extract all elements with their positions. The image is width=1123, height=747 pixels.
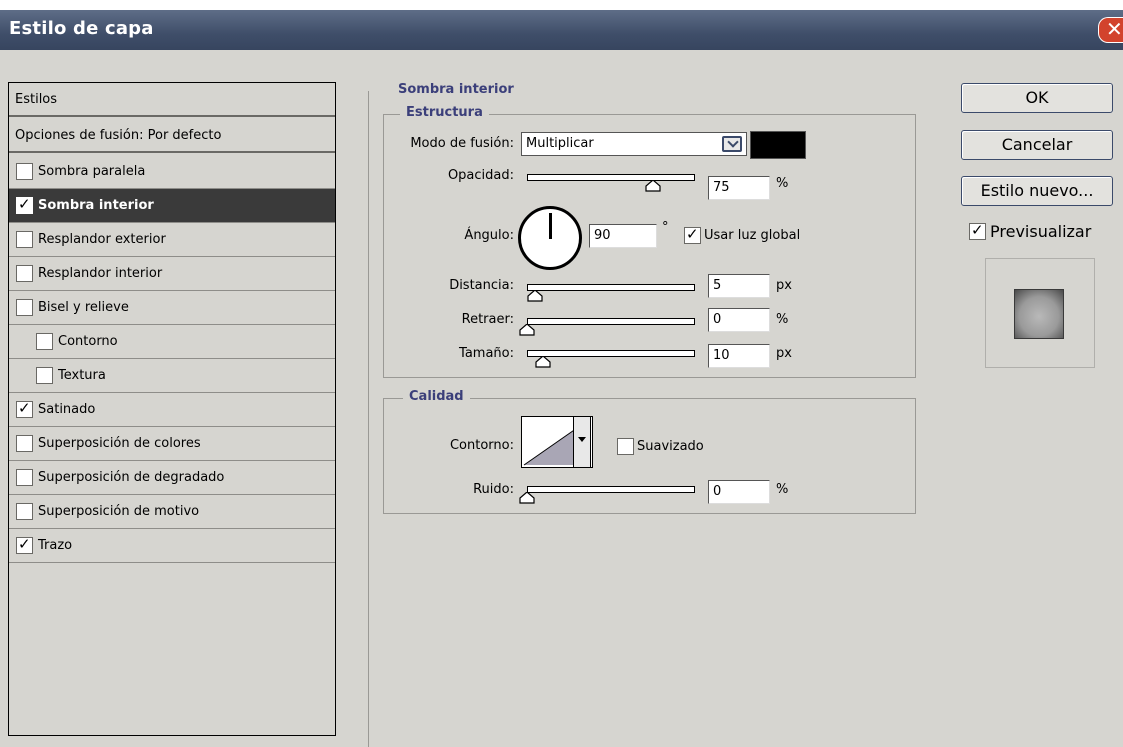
choke-slider[interactable] (527, 318, 695, 325)
style-item-label: Sombra paralela (38, 164, 146, 179)
preview-checkbox[interactable]: Previsualizar (969, 221, 1092, 241)
blending-options-label: Opciones de fusión: Por defecto (15, 127, 222, 143)
distance-label: Distancia: (449, 278, 514, 293)
styles-header[interactable]: Estilos (9, 83, 335, 117)
cancel-button[interactable]: Cancelar (961, 130, 1113, 160)
antialiased-check-icon[interactable] (617, 438, 634, 455)
angle-dial[interactable] (518, 206, 582, 270)
layer-style-dialog: Estilo de capa ✕ Estilos Opciones de fus… (0, 10, 1123, 747)
size-field[interactable]: 10 (708, 344, 770, 368)
style-item-label: Superposición de degradado (38, 470, 225, 485)
style-item-checkbox[interactable] (36, 367, 53, 384)
style-item-label: Superposición de motivo (38, 504, 200, 519)
new-style-button[interactable]: Estilo nuevo... (961, 176, 1113, 206)
global-light-checkbox[interactable]: Usar luz global (684, 225, 801, 244)
style-item-1[interactable]: Sombra interior (9, 189, 335, 223)
choke-field[interactable]: 0 (708, 308, 770, 332)
angle-unit: ° (662, 220, 669, 235)
section-title: Sombra interior (392, 82, 520, 97)
style-item-label: Sombra interior (38, 198, 154, 213)
style-item-label: Trazo (38, 538, 73, 553)
style-item-label: Resplandor exterior (38, 232, 166, 247)
style-item-label: Superposición de colores (38, 436, 201, 451)
blend-mode-select[interactable]: Multiplicar (521, 132, 747, 156)
style-item-label: Resplandor interior (38, 266, 163, 281)
quality-title: Calidad (403, 389, 470, 404)
dialog-title: Estilo de capa (9, 18, 154, 39)
global-light-label: Usar luz global (704, 228, 801, 243)
choke-label: Retraer: (461, 312, 514, 327)
ok-button[interactable]: OK (961, 83, 1113, 113)
chevron-down-icon[interactable] (722, 136, 742, 152)
style-item-checkbox[interactable] (16, 195, 33, 214)
style-preview (985, 258, 1095, 368)
styles-header-label: Estilos (15, 91, 58, 107)
style-item-checkbox[interactable] (16, 299, 33, 316)
style-item-label: Bisel y relieve (38, 300, 129, 315)
blend-mode-value: Multiplicar (526, 136, 594, 151)
style-item-10[interactable]: Superposición de motivo (9, 495, 335, 529)
blend-mode-label: Modo de fusión: (410, 136, 514, 151)
noise-field[interactable]: 0 (708, 480, 770, 504)
style-item-2[interactable]: Resplandor exterior (9, 223, 335, 257)
style-item-0[interactable]: Sombra paralela (9, 155, 335, 189)
size-label: Tamaño: (459, 346, 514, 361)
style-item-checkbox[interactable] (16, 435, 33, 452)
style-item-checkbox[interactable] (36, 333, 53, 350)
style-item-5[interactable]: Contorno (9, 325, 335, 359)
style-item-checkbox[interactable] (16, 469, 33, 486)
style-item-11[interactable]: Trazo (9, 529, 335, 563)
structure-title: Estructura (400, 105, 489, 120)
antialiased-checkbox[interactable]: Suavizado (617, 438, 704, 455)
style-item-checkbox[interactable] (16, 163, 33, 180)
style-item-8[interactable]: Superposición de colores (9, 427, 335, 461)
title-bar[interactable]: Estilo de capa ✕ (0, 10, 1123, 50)
size-slider[interactable] (527, 350, 695, 357)
opacity-label: Opacidad: (447, 168, 514, 183)
style-item-label: Satinado (38, 402, 96, 417)
antialiased-label: Suavizado (637, 439, 704, 454)
style-item-checkbox[interactable] (16, 503, 33, 520)
preview-thumbnail (1014, 289, 1064, 339)
distance-field[interactable]: 5 (708, 274, 770, 298)
angle-field[interactable]: 90 (589, 224, 657, 248)
contour-dropdown-icon[interactable] (573, 416, 591, 468)
noise-unit: % (776, 482, 789, 497)
preview-check-icon[interactable] (969, 221, 986, 240)
opacity-field[interactable]: 75 (708, 176, 770, 200)
style-item-7[interactable]: Satinado (9, 393, 335, 427)
style-item-9[interactable]: Superposición de degradado (9, 461, 335, 495)
blending-options-item[interactable]: Opciones de fusión: Por defecto (9, 119, 335, 153)
choke-unit: % (776, 312, 789, 327)
style-item-label: Textura (58, 368, 106, 383)
style-item-checkbox[interactable] (16, 535, 33, 554)
angle-needle (549, 213, 552, 239)
angle-label: Ángulo: (464, 228, 514, 243)
distance-slider[interactable] (527, 284, 695, 291)
opacity-slider[interactable] (527, 174, 695, 181)
style-item-4[interactable]: Bisel y relieve (9, 291, 335, 325)
style-item-checkbox[interactable] (16, 231, 33, 248)
styles-list: Estilos Opciones de fusión: Por defecto … (8, 82, 336, 736)
style-item-3[interactable]: Resplandor interior (9, 257, 335, 291)
shadow-color-swatch[interactable] (750, 131, 806, 159)
opacity-unit: % (776, 176, 789, 191)
style-item-label: Contorno (58, 334, 118, 349)
distance-unit: px (776, 278, 792, 293)
preview-label: Previsualizar (990, 222, 1092, 241)
close-icon[interactable]: ✕ (1098, 17, 1123, 43)
contour-label: Contorno: (449, 438, 514, 453)
style-item-6[interactable]: Textura (9, 359, 335, 393)
noise-slider[interactable] (527, 486, 695, 493)
noise-label: Ruido: (473, 482, 514, 497)
global-light-check-icon[interactable] (684, 225, 701, 244)
style-item-checkbox[interactable] (16, 265, 33, 282)
style-item-checkbox[interactable] (16, 399, 33, 418)
size-unit: px (776, 346, 792, 361)
